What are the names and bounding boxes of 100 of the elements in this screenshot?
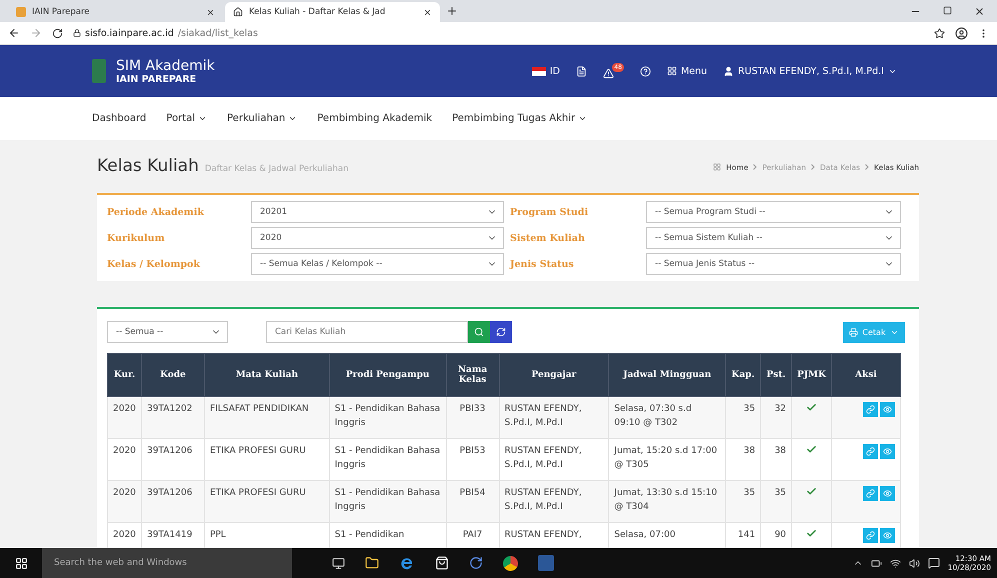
- battery-icon[interactable]: [870, 558, 882, 568]
- table-cell: 35: [774, 488, 786, 498]
- eye-icon: [883, 489, 892, 498]
- filter-label: Program Studi: [510, 206, 590, 218]
- new-tab-icon[interactable]: [446, 5, 458, 17]
- reload-icon[interactable]: [52, 28, 63, 38]
- column-header: PJMK: [792, 354, 832, 396]
- folder-icon[interactable]: [365, 556, 379, 570]
- user-menu[interactable]: RUSTAN EFENDY, S.Pd.I, M.Pd.I: [723, 66, 897, 76]
- column-header: Kode: [141, 354, 204, 396]
- chevron-icon: [811, 164, 815, 170]
- table-cell: 39TA1206: [146, 488, 192, 498]
- browser-icon[interactable]: [399, 555, 415, 571]
- lock-icon: [73, 29, 81, 37]
- browser-tab[interactable]: Kelas Kuliah - Daftar Kelas & Jad: [225, 2, 440, 22]
- taskbar-search-field[interactable]: Search the web and Windows: [42, 548, 292, 578]
- chrome-icon[interactable]: [503, 556, 518, 570]
- nav-item[interactable]: Portal: [166, 113, 207, 124]
- table-cell: Jumat, 13:30 s.d 15:10 @ T304: [614, 488, 718, 512]
- search-icon: [474, 327, 484, 337]
- warning-icon[interactable]: [602, 68, 614, 79]
- logo-icon: [92, 59, 106, 83]
- table-cell: Selasa, 07:00: [614, 530, 676, 540]
- back-icon[interactable]: [8, 27, 20, 39]
- site-icon: [16, 7, 26, 17]
- refresh-button[interactable]: [490, 321, 512, 343]
- language-label[interactable]: ID: [550, 66, 560, 76]
- start-icon[interactable]: [14, 556, 28, 570]
- table-cell: PBI54: [460, 488, 486, 498]
- table-cell: 35: [744, 488, 756, 498]
- table-cell: PPL: [210, 530, 226, 540]
- chevron-icon: [753, 164, 758, 170]
- table-cell: 38: [744, 446, 756, 456]
- column-header: Mata Kuliah: [204, 354, 330, 396]
- table-cell: Selasa, 07:30 s.d 09:10 @ T302: [614, 404, 692, 428]
- table-cell: 2020: [113, 530, 136, 540]
- table-cell: PBI33: [460, 404, 486, 414]
- column-header: Kap.: [726, 354, 761, 396]
- volume-icon[interactable]: [908, 558, 920, 568]
- column-header: Nama Kelas: [446, 354, 499, 396]
- table-cell: 2020: [113, 488, 136, 498]
- notification-icon[interactable]: [928, 557, 940, 569]
- bookmark-star-icon[interactable]: [934, 28, 945, 38]
- filter-label: Jenis Status: [510, 258, 575, 270]
- grid-icon: [666, 66, 677, 76]
- user-icon: [723, 66, 734, 76]
- column-header: Jadwal Mingguan: [608, 354, 726, 396]
- filter-select[interactable]: -- Semua Jenis Status --: [646, 253, 901, 275]
- store-icon[interactable]: [435, 556, 449, 570]
- nav-item[interactable]: Perkuliahan: [227, 113, 298, 124]
- table-cell: PBI53: [460, 446, 486, 456]
- scope-select[interactable]: -- Semua --: [107, 321, 228, 343]
- app-name: SIM Akademik: [116, 58, 215, 74]
- eye-icon: [883, 531, 892, 540]
- table-cell: Jumat, 15:20 s.d 17:00 @ T305: [614, 446, 718, 470]
- table-cell: 2020: [113, 446, 136, 456]
- profile-icon[interactable]: [955, 26, 968, 40]
- help-icon[interactable]: [640, 66, 651, 76]
- nav-item[interactable]: Pembimbing Akademik: [317, 113, 432, 124]
- wifi-icon[interactable]: [890, 558, 901, 568]
- task-view-icon[interactable]: [332, 556, 345, 570]
- page-title: Kelas Kuliah: [97, 156, 199, 176]
- table-cell: 38: [774, 446, 786, 456]
- app-icon[interactable]: [469, 556, 483, 570]
- link-icon: [866, 489, 875, 498]
- menu-button[interactable]: Menu: [666, 66, 708, 76]
- close-icon[interactable]: [423, 8, 432, 16]
- maximize-icon[interactable]: [943, 6, 952, 14]
- browser-tab[interactable]: IAIN Parepare: [8, 2, 223, 22]
- filter-label: Kurikulum: [107, 232, 166, 244]
- filter-select[interactable]: 2020: [251, 227, 504, 249]
- nav-item[interactable]: Dashboard: [92, 113, 146, 124]
- table-cell: 32: [774, 404, 786, 414]
- nav-item[interactable]: Pembimbing Tugas Akhir: [452, 113, 588, 124]
- filter-label: Sistem Kuliah: [510, 232, 586, 244]
- close-icon[interactable]: [974, 6, 985, 16]
- address-field[interactable]: sisfo.iainpare.ac.id /siakad/list_kelas: [73, 28, 924, 38]
- table-cell: PAI7: [462, 530, 482, 540]
- table-cell: S1 - Pendidikan Bahasa Inggris: [334, 446, 440, 470]
- column-header: Pengajar: [499, 354, 609, 396]
- filter-select[interactable]: -- Semua Program Studi --: [646, 201, 901, 223]
- column-header: Kur.: [108, 354, 142, 396]
- filter-select[interactable]: -- Semua Kelas / Kelompok --: [251, 253, 504, 275]
- filter-label: Periode Akademik: [107, 206, 206, 218]
- search-field[interactable]: Cari Kelas Kuliah: [266, 321, 468, 343]
- flag-icon[interactable]: [532, 66, 546, 76]
- table-cell: 39TA1206: [146, 446, 192, 456]
- column-header: Pst.: [760, 354, 792, 396]
- table-cell: FILSAFAT PENDIDIKAN: [210, 404, 309, 414]
- institution-name: IAIN PAREPARE: [116, 74, 198, 84]
- filter-select[interactable]: 20201: [251, 201, 504, 223]
- document-icon[interactable]: [576, 66, 587, 76]
- eye-icon: [883, 405, 892, 414]
- filter-select[interactable]: -- Semua Sistem Kuliah --: [646, 227, 901, 249]
- close-icon[interactable]: [206, 8, 215, 16]
- table-cell: 141: [738, 530, 756, 540]
- column-header: Prodi Pengampu: [329, 354, 446, 396]
- search-button[interactable]: [468, 321, 490, 343]
- table-cell: RUSTAN EFENDY, S.Pd.I, M.Pd.I: [504, 404, 582, 428]
- link-icon: [866, 447, 875, 456]
